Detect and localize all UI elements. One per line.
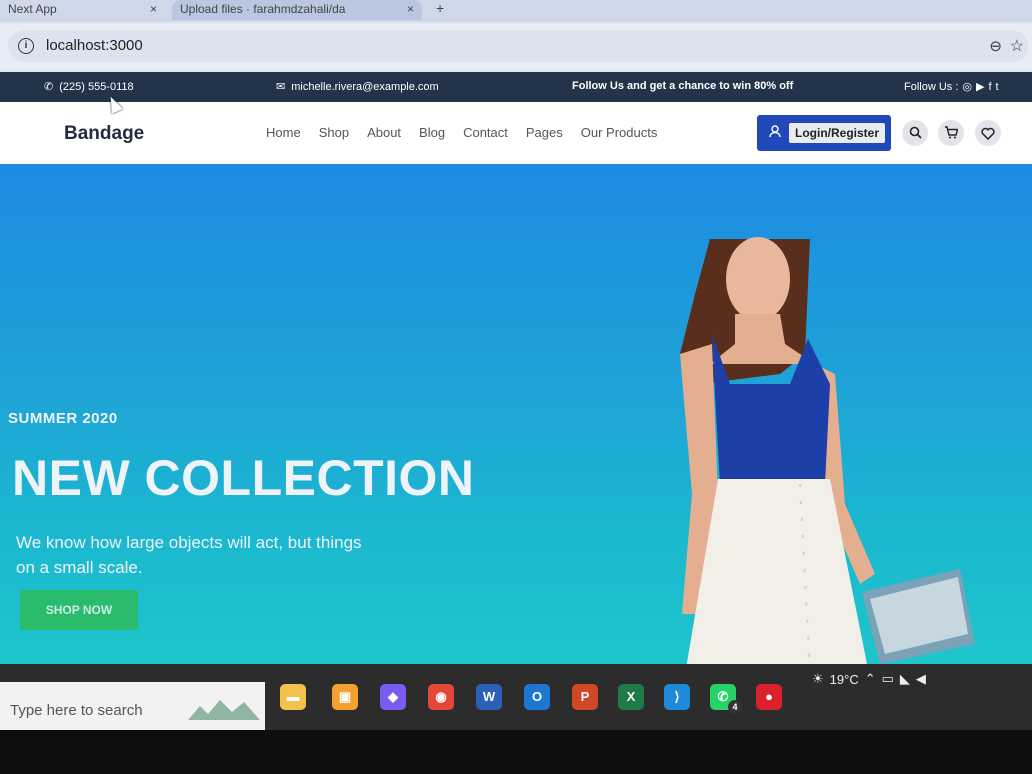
nav-contact[interactable]: Contact [463,125,508,140]
top-info-bar: ✆ (225) 555-0118 ✉ michelle.rivera@examp… [0,72,1032,102]
recorder-icon[interactable]: ● [756,684,782,710]
windows-taskbar: Type here to search ▬ ▣ ◆ ◉ W O P X ⟩ ✆ 4 ● ☀ 19°C … [0,664,1032,730]
browser-tab-bar: Next App × Upload files · farahmdzahali/… [0,0,1032,22]
search-highlight-icon [188,700,260,720]
phone-icon: ✆ [44,81,54,93]
whatsapp-icon[interactable]: ✆ 4 [710,684,742,714]
weather-icon[interactable]: ☀ [812,671,824,687]
volume-icon[interactable]: ◀ [916,671,926,687]
cart-icon[interactable] [938,120,964,146]
mail-icon: ✉ [276,81,286,93]
browser-screen: Next App × Upload files · farahmdzahali/… [0,0,1032,730]
follow-label: Follow Us : [904,80,959,93]
main-navbar: Bandage Home Shop About Blog Contact Pag… [0,102,1032,164]
screen-bezel [0,730,1032,774]
social-follow: Follow Us : ◎ ▶ f t [904,80,999,94]
info-icon[interactable]: i [18,38,34,54]
instagram-icon[interactable]: ◎ [962,80,972,93]
close-icon[interactable]: × [407,2,414,16]
hero-headline: NEW COLLECTION [12,450,475,506]
search-icon[interactable] [902,120,928,146]
youtube-icon[interactable]: ▶ [976,80,984,93]
chevron-up-icon[interactable]: ⌃ [865,671,876,687]
facebook-icon[interactable]: f [988,81,991,93]
bookmark-star-icon[interactable]: ☆ [1010,36,1024,56]
hero-banner: SUMMER 2020 NEW COLLECTION We know how l… [0,164,1032,664]
phone-number: (225) 555-0118 [59,80,134,93]
user-icon [769,125,781,141]
file-explorer-icon[interactable]: ▬ [280,684,306,710]
login-register-label: Login/Register [789,123,886,143]
nav-home[interactable]: Home [266,125,301,140]
network-icon[interactable]: ◣ [900,671,910,687]
taskbar-search-input[interactable]: Type here to search [0,682,265,730]
hero-model-image [680,237,975,664]
powerpoint-icon[interactable]: P [572,684,598,710]
new-tab-button[interactable]: + [436,0,444,16]
login-register-button[interactable]: Login/Register [757,115,891,151]
battery-icon[interactable]: ▭ [882,671,894,687]
nav-blog[interactable]: Blog [419,125,445,140]
vscode-icon[interactable]: ⟩ [664,684,690,710]
nav-menu: Home Shop About Blog Contact Pages Our P… [266,125,657,140]
shop-now-button[interactable]: SHOP NOW [20,590,138,630]
close-icon[interactable]: × [150,2,157,16]
store-icon[interactable]: ▣ [332,684,358,710]
system-tray: ☀ 19°C ⌃ ▭ ◣ ◀ [812,664,926,694]
heart-icon[interactable] [975,120,1001,146]
url-field[interactable]: i localhost:3000 ⊖ ☆ [8,30,1028,62]
copilot-icon[interactable]: ◆ [380,684,406,710]
chrome-icon[interactable]: ◉ [428,684,454,710]
zoom-icon[interactable]: ⊖ [989,37,1002,55]
brand-logo[interactable]: Bandage [64,123,144,145]
promo-text: Follow Us and get a chance to win 80% of… [572,80,794,92]
twitter-icon[interactable]: t [996,81,999,93]
email-contact[interactable]: ✉ michelle.rivera@example.com [276,80,439,94]
tab-label: Upload files · farahmdzahali/da [180,2,346,16]
temperature[interactable]: 19°C [830,672,859,687]
outlook-icon[interactable]: O [524,684,550,710]
word-icon[interactable]: W [476,684,502,710]
address-bar: i localhost:3000 ⊖ ☆ [0,24,1032,70]
whatsapp-badge: 4 [728,700,742,714]
nav-about[interactable]: About [367,125,401,140]
hero-season: SUMMER 2020 [8,410,118,427]
taskbar-search-placeholder: Type here to search [10,702,143,719]
nav-our-products[interactable]: Our Products [581,125,658,140]
browser-tab-next-app[interactable]: Next App × [0,0,165,20]
browser-tab-upload-files[interactable]: Upload files · farahmdzahali/da × [172,0,422,20]
hero-subtitle: We know how large objects will act, but … [16,533,362,577]
tab-label: Next App [8,2,57,16]
excel-icon[interactable]: X [618,684,644,710]
nav-shop[interactable]: Shop [319,125,349,140]
nav-pages[interactable]: Pages [526,125,563,140]
phone-contact[interactable]: ✆ (225) 555-0118 [44,80,134,94]
email-address: michelle.rivera@example.com [291,80,439,93]
url-text[interactable]: localhost:3000 [46,37,143,54]
